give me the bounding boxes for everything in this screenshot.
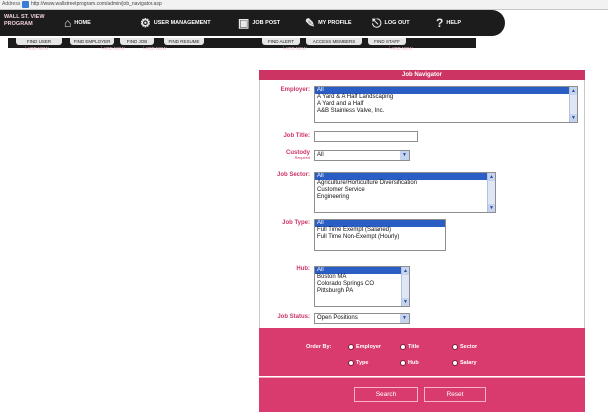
hub-label: Hub: <box>296 266 310 272</box>
list-item[interactable]: All <box>315 87 577 94</box>
chevron-down-icon[interactable]: ▼ <box>400 151 409 160</box>
order-radio-employer[interactable]: Employer <box>348 344 381 350</box>
list-item[interactable]: Pittsburgh PA <box>315 288 409 295</box>
custody-sublabel: Required <box>294 156 310 160</box>
tab-find-job[interactable]: FIND JOB <box>120 38 154 45</box>
home-icon: ⌂ <box>64 15 72 30</box>
button-bar <box>259 378 585 412</box>
list-item[interactable]: All <box>315 267 409 274</box>
list-item[interactable]: A Yard and a Half <box>315 101 577 108</box>
radio-button[interactable] <box>348 360 354 366</box>
job-title-label: Job Title: <box>283 133 310 139</box>
nav-my-profile[interactable]: ✎ MY PROFILE <box>305 15 352 30</box>
list-item[interactable]: Agriculture/Horticulture Diversification <box>315 180 495 187</box>
reset-button[interactable]: Reset <box>424 387 486 402</box>
list-item[interactable]: Full Time Non-Exempt (Hourly) <box>315 234 445 241</box>
nav-help[interactable]: ? HELP <box>436 15 461 30</box>
job-title-input[interactable] <box>314 131 418 142</box>
list-item[interactable]: Engineering <box>315 194 495 201</box>
address-label: Address <box>2 1 21 7</box>
tab-find-resume[interactable]: FIND RESUME <box>164 38 204 45</box>
job-sector-scrollbar[interactable]: ▲ ▼ <box>487 173 495 212</box>
radio-button[interactable] <box>452 360 458 366</box>
tab-access-members[interactable]: ACCESS MEMBERS <box>306 38 362 45</box>
radio-button[interactable] <box>452 344 458 350</box>
order-radio-hub[interactable]: Hub <box>400 360 419 366</box>
job-post-icon: ▣ <box>238 15 250 30</box>
list-item[interactable]: A&B Stainless Valve, Inc. <box>315 108 577 115</box>
tab-find-user[interactable]: FIND USER <box>16 38 62 45</box>
list-item[interactable]: A Yard & A Half Landscaping <box>315 94 577 101</box>
tab-find-employer[interactable]: FIND EMPLOYER <box>70 38 114 45</box>
tab-find-alert[interactable]: FIND ALERT <box>262 38 300 45</box>
order-radio-type[interactable]: Type <box>348 360 368 366</box>
list-item[interactable]: All <box>315 220 445 227</box>
radio-button[interactable] <box>348 344 354 350</box>
add-new-link-employer[interactable]: ADD NEW <box>100 46 124 51</box>
radio-button[interactable] <box>400 344 406 350</box>
nav-user-management[interactable]: ⚙ USER MANAGEMENT <box>140 15 211 30</box>
address-bar: Address http://www.wallstreetprogram.com… <box>0 0 608 10</box>
list-item[interactable]: Boston MA <box>315 274 409 281</box>
scroll-down-icon[interactable]: ▼ <box>402 298 409 306</box>
users-icon: ⚙ <box>140 15 151 30</box>
job-type-listbox[interactable]: All Full Time Exempt (Salaried) Full Tim… <box>314 219 446 251</box>
employer-scrollbar[interactable]: ▲ ▼ <box>569 87 577 122</box>
nav-job-post[interactable]: ▣ JOB POST <box>238 15 280 30</box>
scroll-up-icon[interactable]: ▲ <box>488 173 495 181</box>
nav-log-out[interactable]: ⎋ LOG OUT <box>372 15 410 30</box>
scroll-down-icon[interactable]: ▼ <box>570 114 577 122</box>
profile-icon: ✎ <box>305 15 316 30</box>
brand-logo[interactable]: WALL ST. VIEW PROGRAM <box>4 14 52 27</box>
list-item[interactable]: Customer Service <box>315 187 495 194</box>
job-status-select[interactable]: Open Positions ▼ <box>314 313 410 324</box>
employer-listbox[interactable]: All A Yard & A Half Landscaping A Yard a… <box>314 86 578 123</box>
custody-select[interactable]: All ▼ <box>314 150 410 161</box>
scroll-up-icon[interactable]: ▲ <box>570 87 577 95</box>
radio-button[interactable] <box>400 360 406 366</box>
job-sector-listbox[interactable]: All Agriculture/Horticulture Diversifica… <box>314 172 496 213</box>
panel-title: Job Navigator <box>259 70 585 80</box>
job-sector-label: Job Sector: <box>276 172 310 178</box>
list-item[interactable]: Colorado Springs CO <box>315 281 409 288</box>
tab-find-staff[interactable]: FIND STAFF <box>368 38 406 45</box>
logout-icon: ⎋ <box>372 15 382 30</box>
order-by-section <box>259 328 585 376</box>
page-icon <box>22 1 29 8</box>
list-item[interactable]: Full Time Exempt (Salaried) <box>315 227 445 234</box>
job-type-label: Job Type: <box>282 220 310 226</box>
add-new-link-staff[interactable]: ADD NEW <box>388 46 412 51</box>
nav-home[interactable]: ⌂ HOME <box>64 15 91 30</box>
top-nav-bar: WALL ST. VIEW PROGRAM ⌂ HOME ⚙ USER MANA… <box>0 10 505 36</box>
custody-label: Custody Required <box>258 150 310 161</box>
hub-scrollbar[interactable]: ▲ ▼ <box>401 267 409 306</box>
employer-label: Employer: <box>280 87 310 93</box>
add-new-link-user[interactable]: ADD NEW <box>24 46 48 51</box>
job-status-label: Job Status: <box>277 314 310 320</box>
order-radio-salary[interactable]: Salary <box>452 360 477 366</box>
search-button[interactable]: Search <box>354 387 418 402</box>
url-field[interactable]: http://www.wallstreetprogram.com/admin/j… <box>31 1 162 7</box>
chevron-down-icon[interactable]: ▼ <box>400 314 409 323</box>
add-new-link-job[interactable]: ADD NEW <box>142 46 166 51</box>
scroll-up-icon[interactable]: ▲ <box>402 267 409 275</box>
order-radio-sector[interactable]: Sector <box>452 344 477 350</box>
add-new-link-alert[interactable]: ADD NEW <box>282 46 306 51</box>
help-icon: ? <box>436 15 444 30</box>
hub-listbox[interactable]: All Boston MA Colorado Springs CO Pittsb… <box>314 266 410 307</box>
order-by-label: Order By: <box>306 344 332 350</box>
list-item[interactable]: All <box>315 173 495 180</box>
order-radio-title[interactable]: Title <box>400 344 419 350</box>
scroll-down-icon[interactable]: ▼ <box>488 204 495 212</box>
